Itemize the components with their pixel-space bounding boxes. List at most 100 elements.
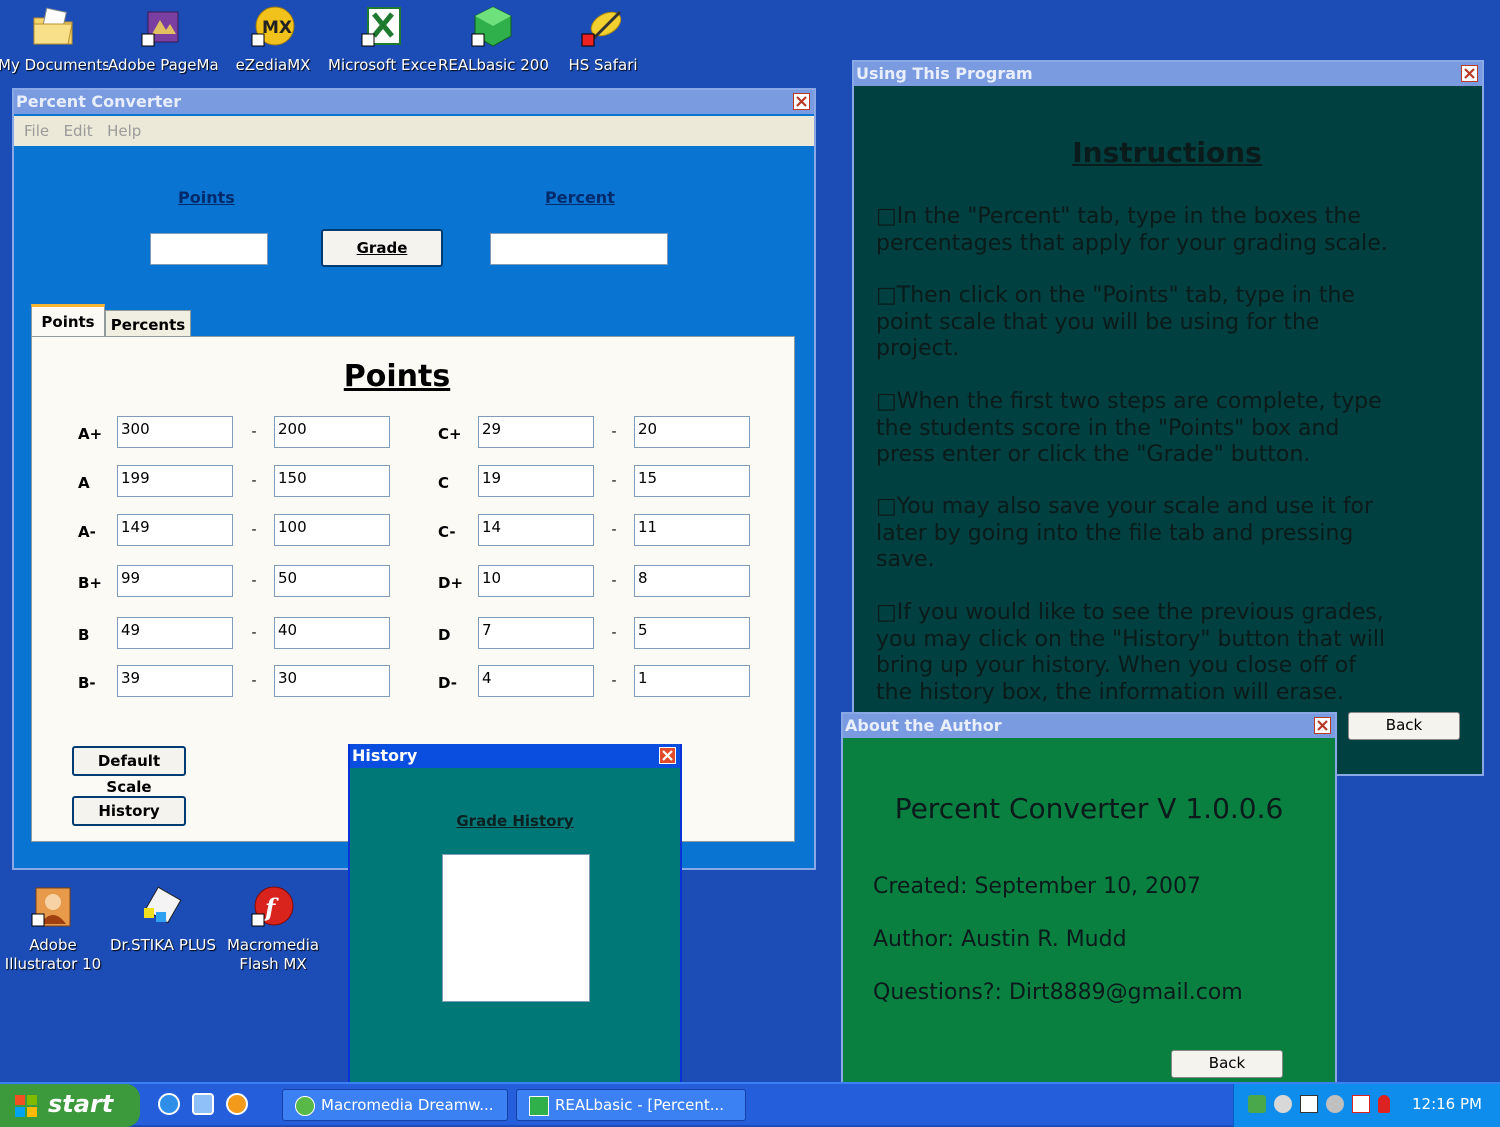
grade-button-label: Grade: [356, 239, 408, 257]
grade-label: B-: [78, 674, 96, 692]
grade-low-input[interactable]: 150: [274, 465, 390, 497]
range-dash: -: [251, 522, 257, 538]
history-button[interactable]: History: [72, 796, 186, 826]
menu-bar: File Edit Help: [14, 116, 814, 146]
desktop-icon-label: eZediaMX: [235, 56, 311, 74]
pagemaker-icon: [140, 4, 186, 50]
realbasic-icon: [470, 4, 516, 50]
desktop-icon-excel[interactable]: Microsoft Excel: [328, 4, 438, 76]
grade-button[interactable]: Grade: [321, 229, 443, 267]
grade-high-input[interactable]: 49: [117, 617, 233, 649]
desktop-icon-realbasic[interactable]: REALbasic 2007: [438, 4, 548, 76]
media-player-quicklaunch-icon[interactable]: [226, 1093, 248, 1115]
task-dreamweaver[interactable]: Macromedia Dreamw...: [282, 1089, 508, 1121]
folder-documents-icon: [30, 4, 76, 50]
grade-low-input[interactable]: 50: [274, 565, 390, 597]
task-realbasic[interactable]: REALbasic - [Percent...: [516, 1089, 746, 1121]
range-dash: -: [251, 473, 257, 489]
instructions-back-button[interactable]: Back: [1348, 712, 1460, 740]
ezedia-icon: MX: [250, 4, 296, 50]
clock[interactable]: 12:16 PM: [1412, 1095, 1482, 1113]
grade-low-input[interactable]: 5: [634, 617, 750, 649]
grade-high-input[interactable]: 7: [478, 617, 594, 649]
start-button[interactable]: start: [0, 1084, 140, 1127]
tray-volume-icon[interactable]: [1274, 1095, 1292, 1113]
tab-percents[interactable]: Percents: [105, 310, 191, 338]
tray-display-icon[interactable]: [1300, 1095, 1318, 1113]
desktop-icon-my-documents[interactable]: My Documents: [0, 4, 108, 75]
grade-low-input[interactable]: 8: [634, 565, 750, 597]
grade-high-input[interactable]: 14: [478, 514, 594, 546]
menu-help[interactable]: Help: [107, 122, 141, 140]
close-icon: [1464, 68, 1475, 79]
questions-text: Questions?: Dirt8889@gmail.com: [873, 980, 1243, 1005]
grade-high-input[interactable]: 300: [117, 416, 233, 448]
about-back-button[interactable]: Back: [1171, 1050, 1283, 1078]
close-icon: [796, 96, 807, 107]
grade-high-input[interactable]: 10: [478, 565, 594, 597]
default-scale-button[interactable]: Default Scale: [72, 746, 186, 796]
outlook-quicklaunch-icon[interactable]: [192, 1093, 214, 1115]
range-dash: -: [251, 573, 257, 589]
grade-low-input[interactable]: 200: [274, 416, 390, 448]
stika-icon: [140, 884, 186, 930]
desktop-icon-label: My Documents: [0, 56, 108, 74]
grade-low-input[interactable]: 1: [634, 665, 750, 697]
percent-output[interactable]: [490, 233, 668, 265]
tray-safely-remove-icon[interactable]: [1352, 1095, 1370, 1113]
grade-low-input[interactable]: 11: [634, 514, 750, 546]
desktop-icon-flash[interactable]: f Macromedia Flash MX: [218, 884, 328, 974]
desktop-icon-label: REALbasic 2007: [438, 56, 548, 74]
grade-label: C-: [438, 523, 456, 541]
grade-high-input[interactable]: 39: [117, 665, 233, 697]
desktop-icon-ezedia[interactable]: MX eZediaMX: [218, 4, 328, 75]
grade-low-input[interactable]: 20: [634, 416, 750, 448]
grade-high-input[interactable]: 99: [117, 565, 233, 597]
ie-quicklaunch-icon[interactable]: [158, 1093, 180, 1115]
range-dash: -: [611, 573, 617, 589]
author-text: Author: Austin R. Mudd: [873, 927, 1127, 952]
task-label: REALbasic - [Percent...: [555, 1096, 725, 1114]
grade-high-input[interactable]: 149: [117, 514, 233, 546]
menu-file[interactable]: File: [24, 122, 49, 140]
desktop-icon-label: Microsoft Excel: [328, 56, 438, 74]
tray-network-icon[interactable]: [1248, 1095, 1266, 1113]
close-button[interactable]: [659, 747, 676, 764]
grade-high-input[interactable]: 19: [478, 465, 594, 497]
range-dash: -: [611, 424, 617, 440]
grade-low-input[interactable]: 30: [274, 665, 390, 697]
grade-label: B+: [78, 574, 103, 592]
grade-low-input[interactable]: 15: [634, 465, 750, 497]
percent-label: Percent: [545, 188, 615, 207]
grade-low-input[interactable]: 40: [274, 617, 390, 649]
system-tray: 12:16 PM: [1233, 1084, 1500, 1127]
window-title: History: [350, 744, 680, 768]
tab-points[interactable]: Points: [31, 304, 105, 336]
grade-history-list[interactable]: [442, 854, 590, 1002]
close-button[interactable]: [1461, 65, 1478, 82]
instruction-paragraph: □If you would like to see the previous g…: [876, 600, 1386, 705]
points-input[interactable]: [150, 233, 268, 265]
window-title: Percent Converter: [14, 90, 814, 114]
grade-high-input[interactable]: 4: [478, 665, 594, 697]
close-button[interactable]: [793, 93, 810, 110]
instruction-paragraph: □Then click on the "Points" tab, type in…: [876, 283, 1355, 361]
desktop-icon-pagemaker[interactable]: Adobe PageMaker: [108, 4, 218, 76]
desktop-icon-stika[interactable]: Dr.STIKA PLUS: [108, 884, 218, 955]
range-dash: -: [251, 625, 257, 641]
desktop-icon-safari[interactable]: HS Safari: [548, 4, 658, 75]
grade-label: A-: [78, 523, 96, 541]
windows-logo-icon: [15, 1095, 37, 1117]
grade-high-input[interactable]: 199: [117, 465, 233, 497]
close-button[interactable]: [1314, 717, 1331, 734]
desktop-icon-illustrator[interactable]: Adobe Illustrator 10: [0, 884, 108, 974]
taskbar: start Macromedia Dreamw... REALbasic - […: [0, 1082, 1500, 1127]
panel-title: Points: [343, 359, 451, 394]
grade-history-label: Grade History: [456, 812, 574, 830]
grade-low-input[interactable]: 100: [274, 514, 390, 546]
menu-edit[interactable]: Edit: [64, 122, 93, 140]
tray-antivirus-icon[interactable]: [1326, 1095, 1344, 1113]
task-label: Macromedia Dreamw...: [321, 1096, 494, 1114]
grade-high-input[interactable]: 29: [478, 416, 594, 448]
tray-key-icon[interactable]: [1378, 1095, 1390, 1113]
